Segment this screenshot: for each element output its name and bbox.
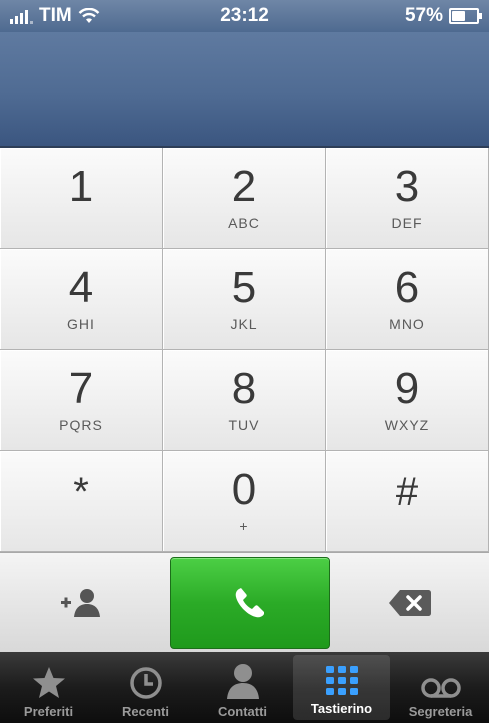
key-letters: WXYZ xyxy=(384,417,430,433)
key-digit: 6 xyxy=(394,263,420,312)
key-letters: DEF xyxy=(391,215,423,231)
key-digit: 4 xyxy=(68,263,94,312)
key-hash[interactable]: # xyxy=(326,451,489,552)
key-digit: 0 xyxy=(231,465,257,514)
key-7[interactable]: 7 PQRS xyxy=(0,350,163,451)
key-letters: JKL xyxy=(230,316,258,332)
status-bar: TIM 23:12 57% xyxy=(0,0,489,32)
battery-icon xyxy=(449,8,482,24)
phone-icon xyxy=(235,588,264,618)
tab-segreteria[interactable]: Segreteria xyxy=(392,652,489,723)
key-letters: TUV xyxy=(228,417,260,433)
tab-label: Segreteria xyxy=(408,704,473,719)
keypad: 1 2 ABC 3 DEF 4 GHI 5 JKL 6 MNO 7 PQRS 8… xyxy=(0,148,489,552)
key-letters: MNO xyxy=(389,316,425,332)
key-4[interactable]: 4 GHI xyxy=(0,249,163,350)
tab-recenti[interactable]: Recenti xyxy=(97,652,194,723)
keypad-icon xyxy=(325,666,358,695)
battery-percent: 57% xyxy=(404,5,443,26)
key-digit: 9 xyxy=(394,364,420,413)
clock-icon xyxy=(129,667,162,699)
tab-label: Preferiti xyxy=(23,704,74,719)
key-letters: PQRS xyxy=(59,417,103,433)
number-display xyxy=(0,32,489,148)
key-digit: 1 xyxy=(68,162,94,211)
tab-bar: Preferiti Recenti Contatti Tastierino Se… xyxy=(0,652,489,723)
key-0[interactable]: 0 + xyxy=(163,451,326,552)
status-right: 57% xyxy=(404,5,482,27)
backspace-icon xyxy=(388,590,431,616)
add-contact-icon xyxy=(61,589,100,617)
action-row xyxy=(0,552,489,653)
call-button[interactable] xyxy=(170,557,330,649)
battery-fill xyxy=(452,11,465,21)
voicemail-icon xyxy=(420,678,461,698)
key-star[interactable]: * xyxy=(0,451,163,552)
tab-label: Contatti xyxy=(217,704,268,719)
key-5[interactable]: 5 JKL xyxy=(163,249,326,350)
key-letters: + xyxy=(239,518,249,534)
key-digit: 2 xyxy=(231,162,257,211)
key-1[interactable]: 1 xyxy=(0,148,163,249)
key-2[interactable]: 2 ABC xyxy=(163,148,326,249)
key-letters: GHI xyxy=(67,316,95,332)
key-3[interactable]: 3 DEF xyxy=(326,148,489,249)
add-contact-button[interactable] xyxy=(0,553,166,653)
key-6[interactable]: 6 MNO xyxy=(326,249,489,350)
key-9[interactable]: 9 WXYZ xyxy=(326,350,489,451)
key-letters: ABC xyxy=(228,215,260,231)
key-digit: * xyxy=(73,470,89,514)
tab-tastierino[interactable]: Tastierino xyxy=(293,655,390,720)
tab-contatti[interactable]: Contatti xyxy=(194,652,291,723)
key-digit: 7 xyxy=(68,364,94,413)
key-digit: 5 xyxy=(231,263,257,312)
tab-preferiti[interactable]: Preferiti xyxy=(0,652,97,723)
tab-label: Tastierino xyxy=(310,701,373,716)
person-icon xyxy=(226,664,259,699)
key-8[interactable]: 8 TUV xyxy=(163,350,326,451)
dialed-number xyxy=(0,32,489,70)
key-digit: # xyxy=(395,470,419,514)
tab-label: Recenti xyxy=(122,704,169,719)
star-icon xyxy=(32,667,65,698)
key-digit: 8 xyxy=(231,364,257,413)
delete-button[interactable] xyxy=(330,553,489,653)
key-digit: 3 xyxy=(394,162,420,211)
